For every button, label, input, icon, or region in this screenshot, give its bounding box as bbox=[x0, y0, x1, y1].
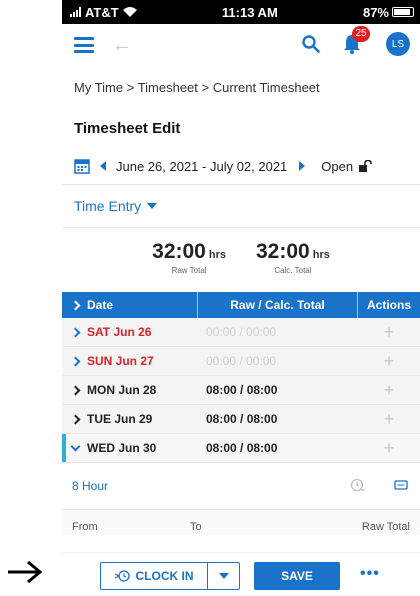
row-day-label: SAT Jun 26 bbox=[87, 325, 152, 339]
phone-screen: AT&T 11:13 AM 87% ← 25 LS My Time > Time… bbox=[62, 0, 420, 596]
table-row[interactable]: SUN Jun 27 00:00 / 00:00 + bbox=[62, 347, 420, 376]
status-bar: AT&T 11:13 AM 87% bbox=[62, 0, 420, 24]
more-options-button[interactable]: ••• bbox=[360, 565, 380, 583]
bottom-action-bar: CLOCK IN SAVE ••• bbox=[62, 552, 420, 596]
period-selector: June 26, 2021 - July 02, 2021 Open bbox=[62, 148, 420, 184]
row-total-cell: 08:00 / 08:00 bbox=[206, 383, 278, 397]
search-icon[interactable] bbox=[302, 35, 320, 53]
calendar-icon[interactable] bbox=[74, 158, 90, 174]
row-date-cell: SUN Jun 27 bbox=[62, 354, 198, 368]
arrow-right-icon bbox=[8, 560, 43, 584]
add-entry-icon[interactable]: + bbox=[358, 351, 420, 372]
actions-column-header: Actions bbox=[366, 298, 411, 312]
chevron-right-icon bbox=[70, 356, 81, 366]
add-entry-icon[interactable]: + bbox=[358, 322, 420, 343]
row-total-cell: 00:00 / 00:00 bbox=[206, 354, 277, 368]
caret-down-icon bbox=[218, 573, 229, 579]
next-period-icon[interactable] bbox=[299, 161, 306, 171]
raw-total-header: Raw Total bbox=[361, 521, 410, 533]
raw-total-caption: Raw Total bbox=[171, 266, 207, 275]
raw-total-value: 32:00 bbox=[152, 240, 206, 263]
chevron-right-icon bbox=[70, 414, 81, 424]
row-date-cell: SAT Jun 26 bbox=[62, 325, 198, 339]
page-title: Timesheet Edit bbox=[74, 120, 181, 137]
avatar[interactable]: LS bbox=[386, 32, 410, 56]
table-row[interactable]: SAT Jun 26 00:00 / 00:00 + bbox=[62, 318, 420, 347]
calc-total-caption: Calc. Total bbox=[274, 266, 312, 275]
app-bar: ← 25 LS bbox=[62, 24, 420, 66]
status-left: AT&T bbox=[70, 5, 137, 20]
table-row[interactable]: MON Jun 28 08:00 / 08:00 + bbox=[62, 376, 420, 405]
chevron-right-icon bbox=[70, 327, 81, 337]
clock-in-options-button[interactable] bbox=[207, 562, 240, 590]
to-header: To bbox=[190, 521, 202, 533]
calc-total-value: 32:00 bbox=[256, 240, 310, 263]
calc-total: 32:00 hrs Calc. Total bbox=[256, 240, 330, 292]
chevron-right-icon bbox=[70, 300, 81, 310]
add-entry-icon[interactable]: + bbox=[358, 380, 420, 401]
notifications-button[interactable]: 25 bbox=[342, 26, 370, 55]
unlock-icon bbox=[359, 160, 372, 172]
breadcrumb: My Time > Timesheet > Current Timesheet bbox=[74, 80, 320, 95]
time-entry-dropdown[interactable]: Time Entry bbox=[62, 184, 420, 228]
from-header: From bbox=[72, 521, 98, 533]
clock-edit-icon[interactable] bbox=[350, 478, 366, 494]
row-day-label: MON Jun 28 bbox=[87, 383, 157, 397]
clock-in-icon bbox=[114, 570, 130, 582]
save-button[interactable]: SAVE bbox=[254, 562, 340, 590]
table-row[interactable]: TUE Jun 29 08:00 / 08:00 + bbox=[62, 405, 420, 434]
table-row[interactable]: WED Jun 30 08:00 / 08:00 + bbox=[62, 434, 420, 463]
add-entry-icon[interactable]: + bbox=[358, 438, 420, 459]
row-day-label: SUN Jun 27 bbox=[87, 354, 154, 368]
detail-actions bbox=[350, 478, 408, 494]
clock-in-button[interactable]: CLOCK IN bbox=[100, 562, 208, 590]
punch-subheader: From To Raw Total bbox=[62, 509, 420, 535]
row-date-cell: WED Jun 30 bbox=[62, 441, 198, 455]
row-date-cell: MON Jun 28 bbox=[62, 383, 198, 397]
row-total-cell: 08:00 / 08:00 bbox=[206, 441, 278, 455]
grid-header: Date Raw / Calc. Total Actions bbox=[62, 292, 420, 318]
raw-total-unit: hrs bbox=[208, 249, 226, 261]
carrier-label: AT&T bbox=[85, 4, 119, 20]
chevron-down-icon bbox=[147, 203, 158, 209]
date-header-label: Date bbox=[87, 298, 114, 312]
period-status: Open bbox=[321, 158, 354, 174]
clock-in-label: CLOCK IN bbox=[135, 569, 194, 583]
back-arrow-icon[interactable]: ← bbox=[112, 34, 132, 57]
row-total-cell: 08:00 / 08:00 bbox=[206, 412, 278, 426]
chevron-right-icon bbox=[70, 385, 81, 395]
time-entry-label: Time Entry bbox=[74, 198, 142, 214]
row-date-cell: TUE Jun 29 bbox=[62, 412, 198, 426]
signal-icon bbox=[70, 7, 81, 17]
comment-icon[interactable] bbox=[394, 479, 408, 493]
total-column-header: Raw / Calc. Total bbox=[198, 292, 358, 318]
chevron-down-icon bbox=[70, 441, 81, 452]
battery-percent: 87% bbox=[362, 4, 389, 20]
row-day-label: TUE Jun 29 bbox=[87, 412, 153, 426]
pay-code-link[interactable]: 8 Hour bbox=[72, 479, 108, 493]
clock-label: 11:13 AM bbox=[221, 4, 278, 20]
row-total-cell: 00:00 / 00:00 bbox=[206, 325, 277, 339]
wifi-icon bbox=[122, 7, 137, 17]
expanded-row-detail: 8 Hour bbox=[62, 463, 420, 509]
battery-icon bbox=[392, 7, 414, 17]
notification-badge: 25 bbox=[352, 26, 370, 42]
totals-summary: 32:00 hrs Raw Total 32:00 hrs Calc. Total bbox=[62, 228, 420, 292]
add-entry-icon[interactable]: + bbox=[358, 409, 420, 430]
raw-total: 32:00 hrs Raw Total bbox=[152, 240, 226, 292]
hamburger-menu-icon[interactable] bbox=[74, 37, 94, 53]
row-day-label: WED Jun 30 bbox=[87, 441, 157, 455]
battery-indicator: 87% bbox=[363, 5, 414, 20]
app-bar-actions: 25 LS bbox=[302, 26, 410, 56]
calc-total-unit: hrs bbox=[312, 249, 330, 261]
period-range: June 26, 2021 - July 02, 2021 bbox=[116, 158, 288, 174]
previous-period-icon[interactable] bbox=[100, 161, 106, 171]
date-column-header[interactable]: Date bbox=[62, 292, 198, 318]
